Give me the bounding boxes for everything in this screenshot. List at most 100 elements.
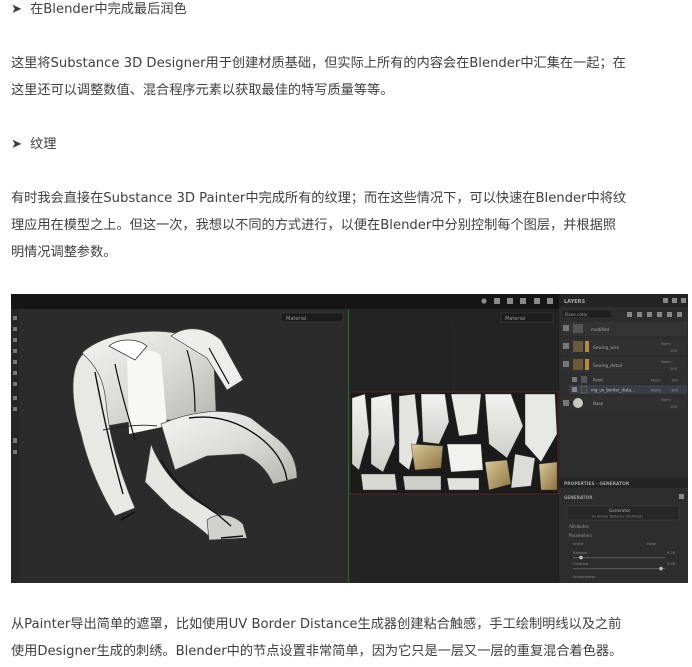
- layer-thumbnail: [573, 341, 583, 352]
- visibility-eye-icon[interactable]: [563, 400, 569, 406]
- paragraph-line: 理应用在模型之上。但这一次，我想以不同的方式进行，以便在Blender中分别控制…: [11, 218, 616, 233]
- param-value: False: [647, 542, 657, 546]
- layer-opacity: 100: [671, 379, 679, 383]
- right-panel: [559, 294, 688, 583]
- layer-name: Sewing_wire: [593, 345, 619, 350]
- camera-icon[interactable]: [534, 298, 540, 304]
- layer-tool-icon[interactable]: [667, 312, 672, 317]
- layer-blend: Norm: [661, 360, 671, 364]
- visibility-eye-icon[interactable]: [572, 387, 577, 392]
- generator-layer-icon: [580, 385, 588, 394]
- param-label: Smoothness: [573, 575, 595, 579]
- layer-name: Paint: [593, 378, 603, 383]
- layer-blend: Norm: [651, 389, 661, 393]
- layer-opacity: 100: [671, 389, 679, 393]
- attributes-section[interactable]: Attributes: [569, 524, 589, 529]
- toolbar-icon[interactable]: [547, 298, 553, 304]
- visibility-eye-icon[interactable]: [563, 361, 569, 367]
- toolbar-icon[interactable]: [507, 298, 513, 304]
- param-value: 0.96: [667, 562, 676, 566]
- toolbar-icon[interactable]: [520, 298, 526, 304]
- delete-icon[interactable]: [679, 494, 684, 499]
- generator-section-label: GENERATOR: [564, 495, 593, 500]
- param-label: Invert: [573, 542, 584, 546]
- layer-row-selected[interactable]: mg_uv_border_dista... Norm 100: [569, 385, 687, 394]
- tool-icon[interactable]: [13, 450, 17, 454]
- layer-thumbnail: [573, 359, 583, 370]
- paragraph-line: 从Painter导出简单的遮罩，比如使用UV Border Distance生成…: [11, 617, 622, 632]
- visibility-eye-icon[interactable]: [563, 343, 569, 349]
- uv-dropdown-label: Material: [505, 316, 525, 322]
- layers-icon[interactable]: [672, 298, 677, 303]
- visibility-eye-icon[interactable]: [572, 377, 577, 382]
- layers-icon[interactable]: [663, 298, 668, 303]
- arrow-bullet-icon: ➤: [11, 2, 23, 17]
- tool-icon[interactable]: [13, 407, 17, 411]
- paragraph-line: 有时我会直接在Substance 3D Painter中完成所有的纹理；而在这些…: [11, 191, 627, 206]
- generator-name: Generator: [609, 508, 631, 513]
- param-label: Contrast: [573, 562, 589, 566]
- toolbar-icon[interactable]: [481, 298, 487, 304]
- layer-opacity: 100: [670, 367, 678, 371]
- paragraph-line: 明情况调整参数。: [11, 245, 117, 260]
- layer-name: Base: [593, 401, 604, 406]
- blend-mode-label: Base color: [565, 312, 588, 318]
- layer-blend: Norm: [661, 342, 671, 346]
- visibility-eye-icon[interactable]: [563, 325, 569, 331]
- tool-icon[interactable]: [13, 316, 17, 320]
- param-label: Balance: [573, 551, 588, 555]
- painter-ui: Material Material LAYERS Base color modi…: [11, 294, 688, 583]
- layer-opacity: 100: [670, 405, 678, 409]
- slider-handle[interactable]: [579, 555, 583, 560]
- generator-subtitle: uv Border Distance (Outlined): [592, 515, 643, 519]
- tool-icon[interactable]: [13, 360, 17, 364]
- toolbar-icon[interactable]: [494, 298, 500, 304]
- tool-icon[interactable]: [13, 349, 17, 353]
- layer-tool-icon[interactable]: [657, 312, 662, 317]
- layer-tool-icon[interactable]: [647, 312, 652, 317]
- parameters-section[interactable]: Parameters: [569, 533, 592, 538]
- slider-handle[interactable]: [659, 566, 663, 571]
- layer-name: Sewing_detail: [593, 363, 622, 368]
- layer-blend: Norm: [661, 398, 671, 402]
- section-heading-text: 纹理: [30, 137, 57, 152]
- paragraph-line: 使用Designer生成的刺绣。Blender中的节点设置非常简单，因为它只是一…: [11, 644, 623, 659]
- contrast-slider[interactable]: [573, 568, 665, 570]
- arrow-bullet-icon: ➤: [11, 137, 23, 152]
- layers-header-icons: [663, 298, 686, 303]
- properties-title: PROPERTIES - GENERATOR: [564, 481, 630, 487]
- layer-row[interactable]: Base Norm 100: [561, 396, 687, 411]
- tool-icon[interactable]: [13, 327, 17, 331]
- tool-icon[interactable]: [13, 338, 17, 342]
- layer-row[interactable]: Sewing_detail Norm 100: [561, 357, 687, 373]
- param-value: 0.28: [667, 551, 676, 555]
- layer-blend: Norm: [651, 379, 661, 383]
- viewport-dropdown-label: Material: [286, 316, 306, 322]
- layer-tool-icon[interactable]: [627, 312, 632, 317]
- section-heading-texture: ➤ 纹理: [11, 135, 56, 155]
- material-ball-thumbnail: [573, 398, 583, 408]
- paragraph-line: 这里还可以调整数值、混合程序元素以获取最佳的特写质量等等。: [11, 83, 394, 98]
- layers-icon[interactable]: [681, 298, 686, 303]
- layer-mask-thumbnail: [585, 341, 589, 352]
- layer-name: modified: [591, 327, 610, 332]
- paint-layer-icon: [581, 376, 587, 383]
- layer-row[interactable]: Sewing_wire Norm 100: [561, 339, 687, 355]
- tool-icon[interactable]: [13, 371, 17, 375]
- tool-icon[interactable]: [13, 382, 17, 386]
- layer-list: modified Sewing_wire Norm 100 Sewing_det…: [561, 322, 687, 411]
- tool-icon[interactable]: [13, 438, 17, 443]
- layer-row[interactable]: Paint Norm 100: [569, 375, 687, 384]
- layers-title: LAYERS: [564, 299, 585, 305]
- folder-icon: [573, 324, 583, 333]
- layer-mask-thumbnail: [585, 359, 589, 370]
- layer-row[interactable]: modified: [561, 322, 687, 336]
- balance-slider[interactable]: [573, 557, 665, 559]
- delete-icon[interactable]: [677, 312, 682, 317]
- paragraph-line: 这里将Substance 3D Designer用于创建材质基础，但实际上所有的…: [11, 56, 626, 71]
- painter-screenshot: Material Material LAYERS Base color modi…: [11, 294, 688, 583]
- tool-icon[interactable]: [13, 396, 17, 400]
- layer-opacity: 100: [670, 349, 678, 353]
- layer-tool-icon[interactable]: [637, 312, 642, 317]
- layer-name: mg_uv_border_dista...: [591, 388, 635, 393]
